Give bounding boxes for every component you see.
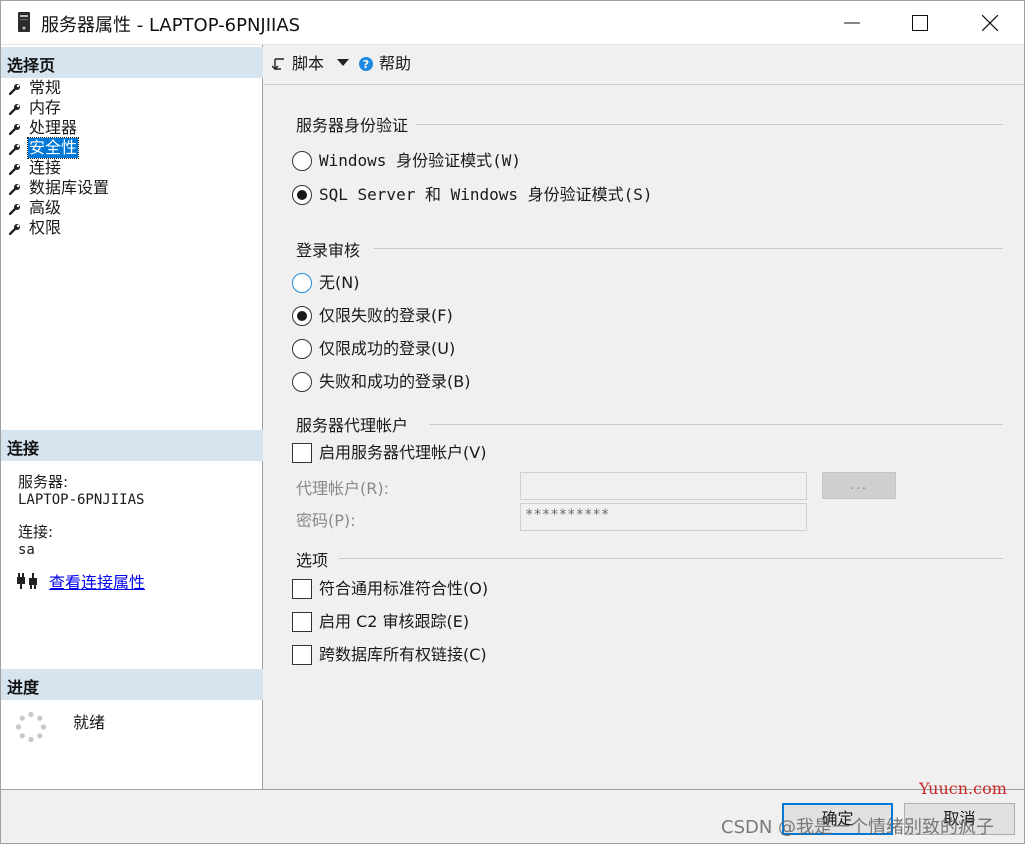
- server-value: LAPTOP-6PNJIIAS: [18, 492, 145, 508]
- svg-text:?: ?: [363, 58, 369, 71]
- progress-status: 就绪: [73, 713, 106, 732]
- password-value: **********: [525, 507, 610, 523]
- nav-item-label: 连接: [29, 158, 62, 177]
- help-icon: ?: [359, 57, 373, 71]
- options-group-title: 选项: [296, 547, 337, 571]
- mixed-auth-radio[interactable]: [292, 185, 312, 205]
- audit-failed-radio[interactable]: [292, 306, 312, 326]
- server-info: 服务器: LAPTOP-6PNJIIAS: [18, 471, 144, 508]
- connection-value: sa: [18, 542, 35, 558]
- wrench-icon: [9, 164, 20, 175]
- nav-item-advanced[interactable]: 高级: [7, 198, 110, 218]
- audit-both-label: 失败和成功的登录(B): [319, 372, 471, 391]
- server-label: 服务器:: [18, 473, 69, 491]
- windows-auth-label: Windows 身份验证模式(W): [319, 151, 521, 170]
- browse-proxy-button[interactable]: ...: [822, 472, 896, 499]
- nav-item-label: 安全性: [26, 137, 80, 159]
- nav-item-label: 高级: [29, 198, 62, 217]
- page-nav-list: 常规 内存 处理器 安全性 连接 数据库设置 高级 权限: [7, 78, 110, 238]
- server-properties-dialog: 服务器属性 - LAPTOP-6PNJIIAS 选择页 常规 内存 处理器 安全…: [0, 0, 1025, 844]
- wrench-icon: [9, 104, 20, 115]
- plug-icon: [17, 573, 37, 589]
- windows-auth-radio[interactable]: [292, 151, 312, 171]
- password-input[interactable]: **********: [520, 503, 807, 531]
- audit-success-radio[interactable]: [292, 339, 312, 359]
- nav-item-connections[interactable]: 连接: [7, 158, 110, 178]
- c2-audit-label: 启用 C2 审核跟踪(E): [319, 612, 470, 631]
- select-page-header: 选择页: [1, 47, 263, 78]
- audit-group-title: 登录审核: [296, 237, 369, 261]
- enable-proxy-checkbox[interactable]: [292, 443, 312, 463]
- toolbar: 脚本 ? 帮助: [264, 45, 1024, 85]
- nav-item-database-settings[interactable]: 数据库设置: [7, 178, 110, 198]
- auth-group-line: [414, 124, 1003, 125]
- connection-info: 连接: sa: [18, 521, 53, 558]
- wrench-icon: [9, 144, 20, 155]
- cross-db-label: 跨数据库所有权链接(C): [319, 645, 487, 664]
- wrench-icon: [9, 204, 20, 215]
- wrench-icon: [9, 124, 20, 135]
- nav-item-label: 常规: [29, 78, 62, 97]
- audit-both-radio[interactable]: [292, 372, 312, 392]
- nav-item-label: 数据库设置: [29, 178, 110, 197]
- proxy-group-line: [429, 424, 1003, 425]
- help-label: 帮助: [379, 54, 412, 73]
- audit-success-label: 仅限成功的登录(U): [319, 339, 456, 358]
- script-dropdown-icon[interactable]: [337, 59, 349, 67]
- common-criteria-label: 符合通用标准符合性(O): [319, 579, 489, 598]
- enable-proxy-label: 启用服务器代理帐户(V): [319, 443, 487, 462]
- script-icon: [272, 58, 284, 70]
- window-title: 服务器属性 - LAPTOP-6PNJIIAS: [41, 15, 301, 36]
- proxy-account-label: 代理帐户(R):: [296, 479, 389, 498]
- minimize-icon: [844, 22, 860, 24]
- left-pane: 选择页 常规 内存 处理器 安全性 连接 数据库设置 高级 权限 连接 服务器:…: [1, 45, 263, 789]
- nav-item-label: 内存: [29, 98, 62, 117]
- author-watermark: CSDN @我是一个情绪别致的疯子: [721, 817, 995, 838]
- nav-item-processors[interactable]: 处理器: [7, 118, 110, 138]
- nav-item-security[interactable]: 安全性: [7, 137, 110, 159]
- auth-group-title: 服务器身份验证: [296, 112, 417, 136]
- proxy-account-input[interactable]: [520, 472, 807, 500]
- audit-failed-label: 仅限失败的登录(F): [319, 306, 453, 325]
- cross-db-checkbox[interactable]: [292, 645, 312, 665]
- nav-item-label: 处理器: [29, 118, 78, 137]
- nav-item-permissions[interactable]: 权限: [7, 218, 110, 238]
- maximize-icon: [912, 15, 928, 31]
- options-group-line: [339, 558, 1003, 559]
- mixed-auth-label: SQL Server 和 Windows 身份验证模式(S): [319, 185, 653, 204]
- maximize-button[interactable]: [885, 1, 955, 45]
- close-button[interactable]: [955, 1, 1025, 45]
- wrench-icon: [9, 184, 20, 195]
- c2-audit-checkbox[interactable]: [292, 612, 312, 632]
- nav-item-label: 权限: [29, 218, 62, 237]
- common-criteria-checkbox[interactable]: [292, 579, 312, 599]
- nav-item-memory[interactable]: 内存: [7, 98, 110, 118]
- site-watermark: Yuucn.com: [919, 779, 1007, 798]
- connection-header: 连接: [1, 430, 263, 461]
- audit-group-line: [374, 248, 1003, 249]
- spinner-icon: [15, 711, 47, 743]
- audit-none-label: 无(N): [319, 273, 360, 292]
- nav-item-general[interactable]: 常规: [7, 78, 110, 98]
- minimize-button[interactable]: [817, 1, 887, 45]
- wrench-icon: [9, 84, 20, 95]
- server-app-icon: [18, 12, 30, 32]
- view-conn-props-label: 查看连接属性: [49, 573, 146, 592]
- proxy-group-title: 服务器代理帐户: [296, 412, 417, 436]
- password-label: 密码(P):: [296, 511, 356, 530]
- script-label: 脚本: [292, 54, 325, 73]
- audit-none-radio[interactable]: [292, 273, 312, 293]
- close-icon: [982, 15, 998, 31]
- security-page-content: 服务器身份验证 Windows 身份验证模式(W) SQL Server 和 W…: [264, 86, 1024, 789]
- title-bar: 服务器属性 - LAPTOP-6PNJIIAS: [1, 1, 1024, 45]
- connection-label: 连接:: [18, 523, 54, 541]
- wrench-icon: [9, 224, 20, 235]
- progress-header: 进度: [1, 669, 263, 700]
